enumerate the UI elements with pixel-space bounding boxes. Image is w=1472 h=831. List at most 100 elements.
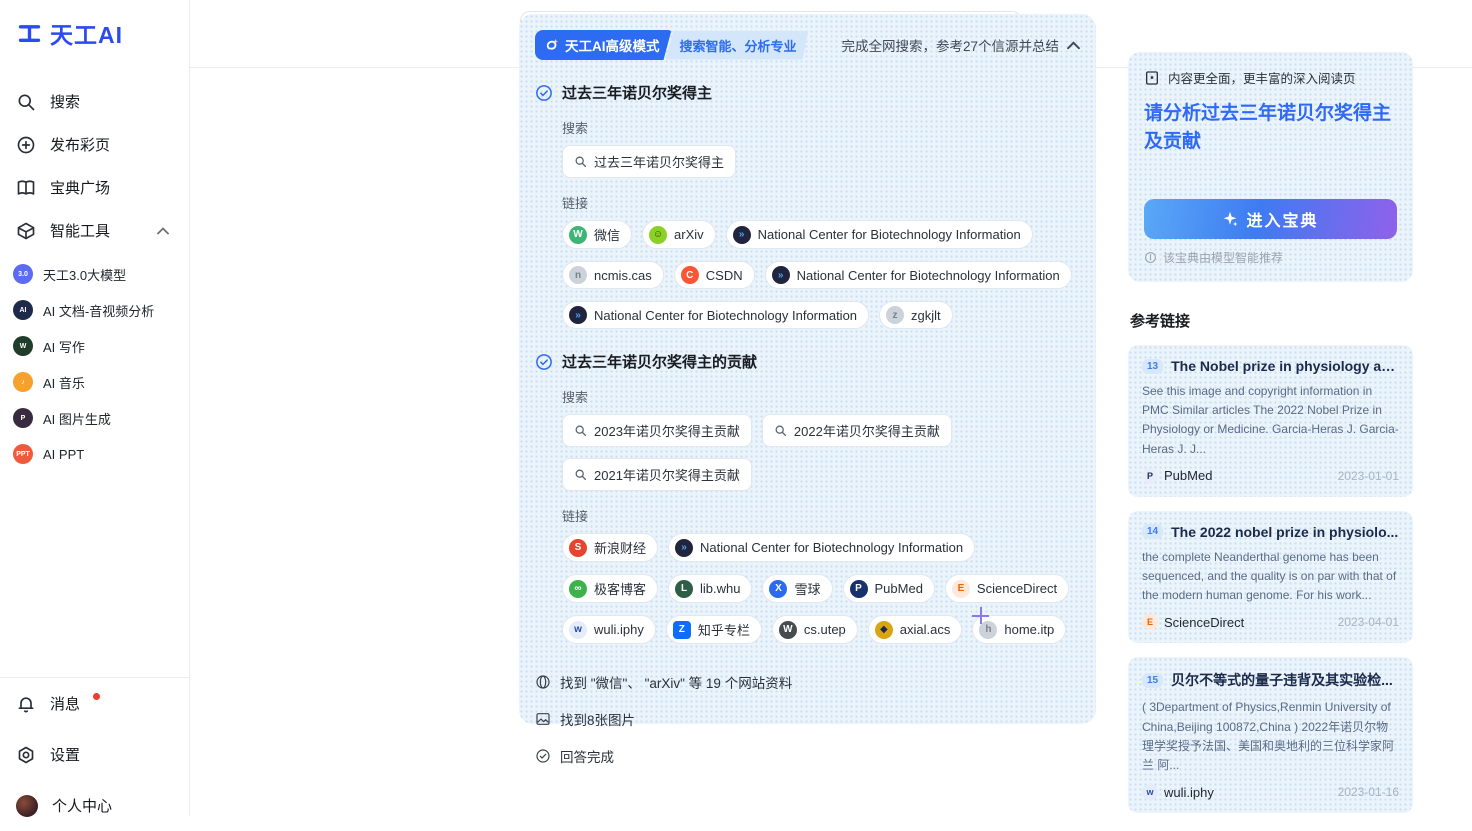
sidebar-item-messages[interactable]: 消息 (0, 678, 189, 729)
agent-steps-card: 天工AI高级模式 搜索智能、分析专业 完成全网搜索，参考27个信源并总结 过去三… (519, 14, 1096, 724)
link-chip-row: S新浪财经 »National Center for Biotechnology … (562, 533, 1080, 644)
sidebar-item-label: 发布彩页 (50, 134, 110, 155)
source-link-chip[interactable]: Llib.whu (668, 574, 752, 603)
source-link-chip[interactable]: CCSDN (674, 261, 755, 289)
sidebar-item-search[interactable]: 搜索 (0, 80, 189, 123)
step-title: 过去三年诺贝尔奖得主的贡献 (535, 351, 1080, 372)
promo-card: 内容更全面，更丰富的深入阅读页 请分析过去三年诺贝尔奖得主及贡献 进入宝典 该宝… (1128, 52, 1413, 282)
chevron-up-icon[interactable] (157, 227, 169, 235)
ncbi-icon: » (675, 539, 693, 557)
tool-avatar: AI (13, 300, 33, 320)
sina-icon: S (569, 539, 587, 557)
reference-card[interactable]: 13The Nobel prize in physiology an...See… (1128, 345, 1413, 497)
source-link-chip[interactable]: ∞极客博客 (562, 574, 658, 603)
sidebar-tool-item[interactable]: ♪AI 音乐 (0, 364, 189, 400)
tool-avatar: 3.0 (13, 264, 33, 284)
source-link-chip[interactable]: »National Center for Biotechnology Infor… (668, 533, 975, 562)
source-link-chip[interactable]: nncmis.cas (562, 261, 664, 289)
source-link-chip[interactable]: Wcs.utep (772, 615, 858, 644)
reference-title[interactable]: The 2022 nobel prize in physiolo... (1171, 524, 1398, 540)
tool-avatar: ♪ (13, 372, 33, 392)
source-link-chip[interactable]: S新浪财经 (562, 533, 658, 562)
search-query-chip[interactable]: 2022年诺贝尔奖得主贡献 (762, 414, 952, 447)
source-link-chip[interactable]: zzgkjlt (879, 301, 953, 329)
app-logo-text: 天工AI (50, 16, 123, 50)
source-link-chip[interactable]: PPubMed (843, 574, 935, 603)
sciencedirect-icon: E (952, 580, 970, 598)
sidebar-tool-item[interactable]: 3.0 天工3.0大模型 (0, 256, 189, 292)
tool-avatar: PPT (13, 444, 33, 464)
info-icon (1144, 251, 1157, 264)
sidebar-tool-item[interactable]: PAI 图片生成 (0, 400, 189, 436)
source-link-chip[interactable]: »National Center for Biotechnology Infor… (562, 301, 869, 329)
enter-baodian-button[interactable]: 进入宝典 (1144, 199, 1397, 239)
source-link-chip[interactable]: Z知乎专栏 (666, 615, 762, 644)
reference-source-name: PubMed (1164, 468, 1212, 483)
reference-source[interactable]: PPubMed (1142, 468, 1212, 484)
step-check-icon (535, 353, 553, 371)
reference-list: 13The Nobel prize in physiology an...See… (1128, 345, 1413, 813)
image-icon (535, 711, 551, 727)
sidebar-item-profile[interactable]: 个人中心 (0, 780, 189, 831)
ncbi-icon: » (733, 226, 751, 244)
xueqiu-icon: X (769, 580, 787, 598)
link-chip-row: W微信 ☺arXiv »National Center for Biotechnol… (562, 220, 1080, 329)
promo-header: 内容更全面，更丰富的深入阅读页 (1144, 68, 1397, 87)
step-check-icon (535, 84, 553, 102)
homeitp-icon: h (979, 621, 997, 639)
sidebar-item-settings[interactable]: 设置 (0, 729, 189, 780)
libwhu-icon: L (675, 580, 693, 598)
app-logo[interactable]: 天工AI (0, 0, 189, 50)
search-summary-toggle[interactable]: 完成全网搜索，参考27个信源并总结 (841, 35, 1080, 55)
agent-step: 过去三年诺贝尔奖得主的贡献搜索2023年诺贝尔奖得主贡献2022年诺贝尔奖得主贡… (535, 351, 1080, 644)
source-link-chip[interactable]: EScienceDirect (945, 574, 1069, 603)
chevron-up-icon (1067, 41, 1080, 50)
source-link-chip[interactable]: ◆axial.acs (868, 615, 963, 644)
reference-source[interactable]: EScienceDirect (1142, 614, 1244, 630)
enter-baodian-label: 进入宝典 (1246, 207, 1318, 231)
pubmed-icon: P (850, 580, 868, 598)
step-title: 过去三年诺贝尔奖得主 (535, 82, 1080, 103)
source-link-chip[interactable]: hhome.itp (972, 615, 1066, 644)
sidebar-item-label: 个人中心 (52, 795, 112, 816)
search-query-chip[interactable]: 2023年诺贝尔奖得主贡献 (562, 414, 752, 447)
cube-icon (16, 221, 36, 241)
ncbi-icon: » (569, 306, 587, 324)
source-link-chip[interactable]: W微信 (562, 220, 632, 249)
reference-header: 13The Nobel prize in physiology an... (1142, 358, 1399, 374)
reference-title[interactable]: 贝尔不等式的量子违背及其实验检... (1171, 670, 1393, 690)
search-query-chip[interactable]: 2021年诺贝尔奖得主贡献 (562, 458, 752, 491)
reference-title[interactable]: The Nobel prize in physiology an... (1171, 358, 1399, 374)
globe-icon (535, 674, 551, 690)
links-section-label: 链接 (562, 506, 1080, 525)
sidebar-item-baodian-plaza[interactable]: 宝典广场 (0, 166, 189, 209)
step-title-text: 过去三年诺贝尔奖得主 (562, 82, 712, 103)
links-section-label: 链接 (562, 193, 1080, 212)
search-query-chip[interactable]: 过去三年诺贝尔奖得主 (562, 145, 736, 178)
gear-icon (16, 745, 36, 765)
source-link-chip[interactable]: »National Center for Biotechnology Infor… (726, 220, 1033, 249)
tool-label: AI 文档-音视频分析 (43, 301, 154, 320)
promo-note-text: 该宝典由模型智能推荐 (1163, 249, 1283, 266)
sidebar-tool-item[interactable]: WAI 写作 (0, 328, 189, 364)
reference-description: the complete Neanderthal genome has been… (1142, 548, 1399, 606)
source-link-chip[interactable]: »National Center for Biotechnology Infor… (765, 261, 1072, 289)
source-link-chip[interactable]: ☺arXiv (642, 220, 716, 249)
sidebar-tool-item[interactable]: PPTAI PPT (0, 436, 189, 472)
source-link-chip[interactable]: X雪球 (762, 574, 832, 603)
source-link-chip[interactable]: wwuli.iphy (562, 615, 656, 644)
sidebar-item-label: 消息 (50, 693, 80, 714)
reference-footer: EScienceDirect2023-04-01 (1142, 614, 1399, 630)
sidebar-item-publish[interactable]: 发布彩页 (0, 123, 189, 166)
reference-number: 15 (1142, 673, 1163, 688)
reference-source[interactable]: wwuli.iphy (1142, 784, 1214, 800)
sidebar-item-smart-tools[interactable]: 智能工具 (0, 209, 189, 252)
tool-label: 天工3.0大模型 (43, 265, 126, 284)
reference-card[interactable]: 14The 2022 nobel prize in physiolo...the… (1128, 511, 1413, 644)
reference-card[interactable]: 15贝尔不等式的量子违背及其实验检...( 3Department of Phy… (1128, 657, 1413, 813)
sidebar-tool-item[interactable]: AI AI 文档-音视频分析 (0, 292, 189, 328)
acs-icon: ◆ (875, 621, 893, 639)
sidebar-item-label: 设置 (50, 744, 80, 765)
reference-date: 2023-01-01 (1338, 469, 1399, 483)
wuli-icon: w (569, 621, 587, 639)
